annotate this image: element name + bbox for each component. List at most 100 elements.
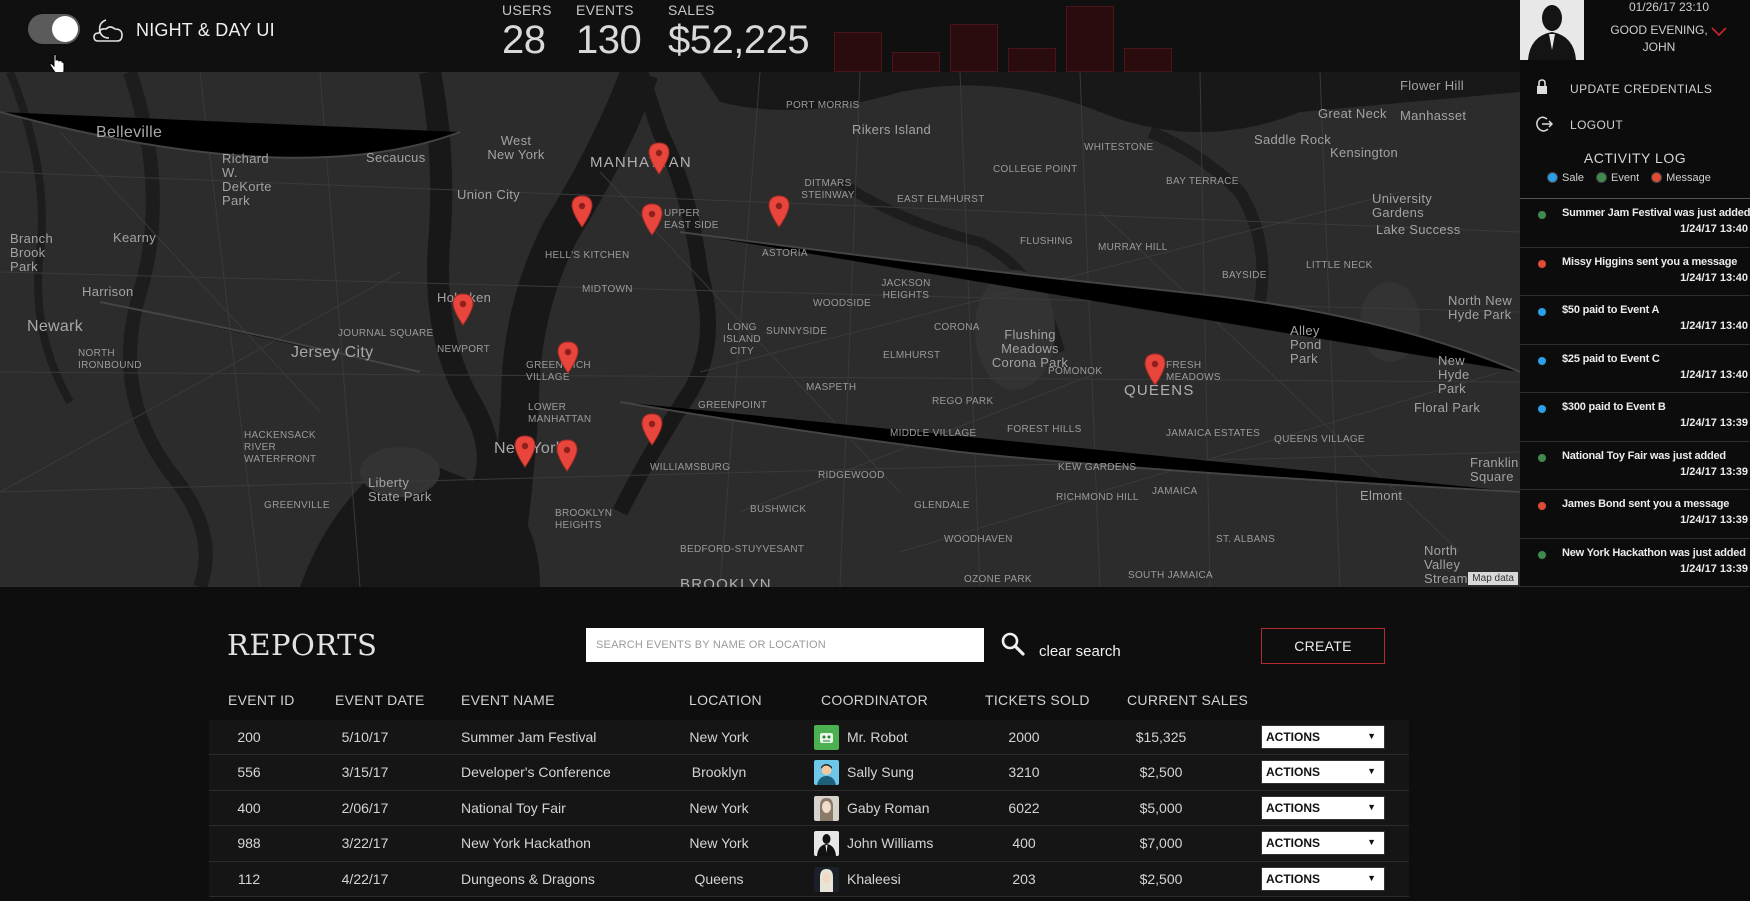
- activity-type-dot: [1537, 452, 1547, 463]
- events-stat: EVENTS 130: [576, 2, 642, 62]
- cell-current-sales: $5,000: [1139, 799, 1183, 816]
- cell-coordinator: John Williams: [847, 835, 934, 852]
- activity-log-item[interactable]: $300 paid to Event B 1/24/17 13:39: [1520, 393, 1750, 442]
- night-day-toggle[interactable]: [28, 14, 80, 44]
- map-label-flower-hill: Flower Hill: [1400, 78, 1464, 93]
- col-header-event-id[interactable]: EVENT ID: [228, 692, 295, 708]
- table-row[interactable]: 200 5/10/17 Summer Jam Festival New York Mr.…: [209, 720, 1409, 756]
- create-button[interactable]: CREATE: [1261, 628, 1385, 664]
- cell-event-name[interactable]: National Toy Fair: [461, 800, 566, 816]
- map-marker-icon[interactable]: [647, 141, 671, 175]
- map-marker-icon[interactable]: [570, 194, 594, 228]
- cell-tickets-sold: 3210: [1008, 764, 1040, 781]
- map[interactable]: Belleville Richard W. DeKorte Park Secau…: [0, 72, 1520, 587]
- actions-dropdown[interactable]: ACTIONS ▼: [1261, 831, 1385, 856]
- john-avatar-icon: [814, 831, 839, 857]
- activity-log-item[interactable]: $25 paid to Event C 1/24/17 13:40: [1520, 345, 1750, 393]
- cell-coordinator: Sally Sung: [847, 764, 914, 781]
- actions-label: ACTIONS: [1266, 765, 1320, 780]
- map-label-maspeth: MASPETH: [806, 382, 857, 393]
- sally-avatar-icon: [814, 760, 839, 786]
- actions-dropdown[interactable]: ACTIONS ▼: [1261, 760, 1385, 785]
- activity-legend: Sale Event Message: [1547, 172, 1723, 184]
- map-marker-icon[interactable]: [513, 434, 537, 468]
- map-label-elmhurst: ELMHURST: [883, 350, 941, 361]
- table-row[interactable]: 400 2/06/17 National Toy Fair New York Gaby …: [209, 790, 1409, 827]
- map-label-east-elmhurst: EAST ELMHURST: [897, 194, 985, 205]
- map-label-woodhaven: WOODHAVEN: [944, 534, 1013, 545]
- activity-type-dot: [1537, 549, 1547, 560]
- map-marker-icon[interactable]: [640, 412, 664, 446]
- cell-tickets-sold: 203: [1012, 870, 1036, 887]
- map-label-franklin-square: Franklin Square: [1470, 455, 1519, 484]
- activity-log-item[interactable]: Missy Higgins sent you a message 1/24/17 …: [1520, 248, 1750, 296]
- dropdown-arrow-icon: ▼: [1367, 872, 1376, 883]
- table-row[interactable]: 556 3/15/17 Developer's Conference Brooklyn…: [209, 755, 1409, 791]
- map-label-north-ironbound: NORTH IRONBOUND: [78, 348, 142, 371]
- map-label-upper-east-side: UPPER EAST SIDE: [664, 208, 719, 231]
- cell-event-name[interactable]: Dungeons & Dragons: [461, 871, 595, 887]
- reports-table-body: 200 5/10/17 Summer Jam Festival New York Mr.…: [209, 720, 1409, 897]
- cell-event-name[interactable]: Developer's Conference: [461, 764, 611, 780]
- update-credentials-menu-item[interactable]: UPDATE CREDENTIALS: [1520, 74, 1750, 104]
- map-label-bedford-stuyvesant: BEDFORD-STUYVESANT: [680, 544, 805, 555]
- col-header-coordinator[interactable]: COORDINATOR: [821, 692, 928, 708]
- col-header-event-date[interactable]: EVENT DATE: [335, 692, 425, 708]
- chevron-down-icon[interactable]: [1710, 24, 1728, 38]
- cell-location: New York: [689, 799, 749, 816]
- actions-dropdown[interactable]: ACTIONS ▼: [1261, 725, 1385, 749]
- map-label-alley-pond: Alley Pond Park: [1290, 323, 1322, 366]
- table-row[interactable]: 112 4/22/17 Dungeons & Dragons Queens Khalee…: [209, 861, 1409, 897]
- map-label-greenpoint: GREENPOINT: [698, 400, 768, 411]
- map-label-ditmars: DITMARS STEINWAY: [801, 178, 855, 201]
- search-icon[interactable]: [1000, 631, 1026, 657]
- col-header-location[interactable]: LOCATION: [689, 692, 762, 708]
- map-label-fresh-meadows: FRESH MEADOWS: [1166, 360, 1221, 383]
- map-label-st-albans: ST. ALBANS: [1216, 534, 1276, 545]
- cell-event-name[interactable]: New York Hackathon: [461, 835, 591, 851]
- actions-dropdown[interactable]: ACTIONS ▼: [1261, 795, 1385, 820]
- map-label-flushing-meadows: Flushing Meadows Corona Park: [991, 327, 1069, 370]
- cell-event-id: 556: [237, 764, 261, 781]
- toggle-knob[interactable]: [52, 16, 78, 42]
- activity-text: Missy Higgins sent you a message: [1562, 255, 1738, 268]
- activity-log-item[interactable]: New York Hackathon was just added 1/24/17…: [1520, 539, 1750, 587]
- user-avatar[interactable]: [1520, 0, 1584, 60]
- map-label-port-morris: PORT MORRIS: [786, 100, 860, 111]
- map-label-manhattan: MANHATTAN: [590, 154, 692, 171]
- col-header-current-sales[interactable]: CURRENT SALES: [1127, 692, 1248, 708]
- clear-search-link[interactable]: clear search: [1039, 643, 1121, 660]
- map-marker-icon[interactable]: [556, 340, 580, 374]
- map-label-richard-korte: Richard W. DeKorte Park: [222, 151, 272, 208]
- activity-log-item[interactable]: Summer Jam Festival was just added 1/24/1…: [1520, 199, 1750, 248]
- map-label-hells-kitchen: HELL'S KITCHEN: [545, 250, 630, 261]
- map-label-branch-brook: Branch Brook Park: [10, 231, 53, 274]
- actions-dropdown[interactable]: ACTIONS ▼: [1261, 866, 1385, 891]
- reports-title: REPORTS: [227, 628, 378, 662]
- map-marker-icon[interactable]: [555, 438, 579, 472]
- map-label-great-neck: Great Neck: [1318, 106, 1387, 121]
- col-header-tickets-sold[interactable]: TICKETS SOLD: [985, 692, 1090, 708]
- activity-log-item[interactable]: $50 paid to Event A 1/24/17 13:40: [1520, 296, 1750, 345]
- map-attribution[interactable]: Map data: [1468, 572, 1518, 585]
- activity-text: National Toy Fair was just added: [1562, 449, 1726, 462]
- logout-menu-item[interactable]: LOGOUT: [1520, 110, 1750, 140]
- activity-log-item[interactable]: National Toy Fair was just added 1/24/17 …: [1520, 442, 1750, 490]
- activity-text: $300 paid to Event B: [1562, 401, 1666, 413]
- map-marker-icon[interactable]: [640, 202, 664, 236]
- search-input[interactable]: [586, 628, 984, 662]
- profile-panel: 01/26/17 23:10 GOOD EVENING, JOHN: [1520, 0, 1750, 72]
- sales-label: SALES: [668, 2, 715, 18]
- activity-log-list: Summer Jam Festival was just added 1/24/1…: [1520, 198, 1750, 587]
- map-marker-icon[interactable]: [1143, 352, 1167, 386]
- map-label-woodside: WOODSIDE: [813, 298, 871, 309]
- map-marker-icon[interactable]: [451, 292, 475, 326]
- cell-event-name[interactable]: Summer Jam Festival: [461, 729, 596, 745]
- cell-event-id: 988: [237, 835, 261, 852]
- col-header-event-name[interactable]: EVENT NAME: [461, 692, 555, 708]
- map-label-jackson-heights: JACKSON HEIGHTS: [881, 278, 931, 301]
- map-label-astoria: ASTORIA: [762, 248, 808, 259]
- table-row[interactable]: 988 3/22/17 New York Hackathon New York John…: [209, 826, 1409, 862]
- activity-log-item[interactable]: James Bond sent you a message 1/24/17 13:…: [1520, 490, 1750, 539]
- map-marker-icon[interactable]: [767, 194, 791, 228]
